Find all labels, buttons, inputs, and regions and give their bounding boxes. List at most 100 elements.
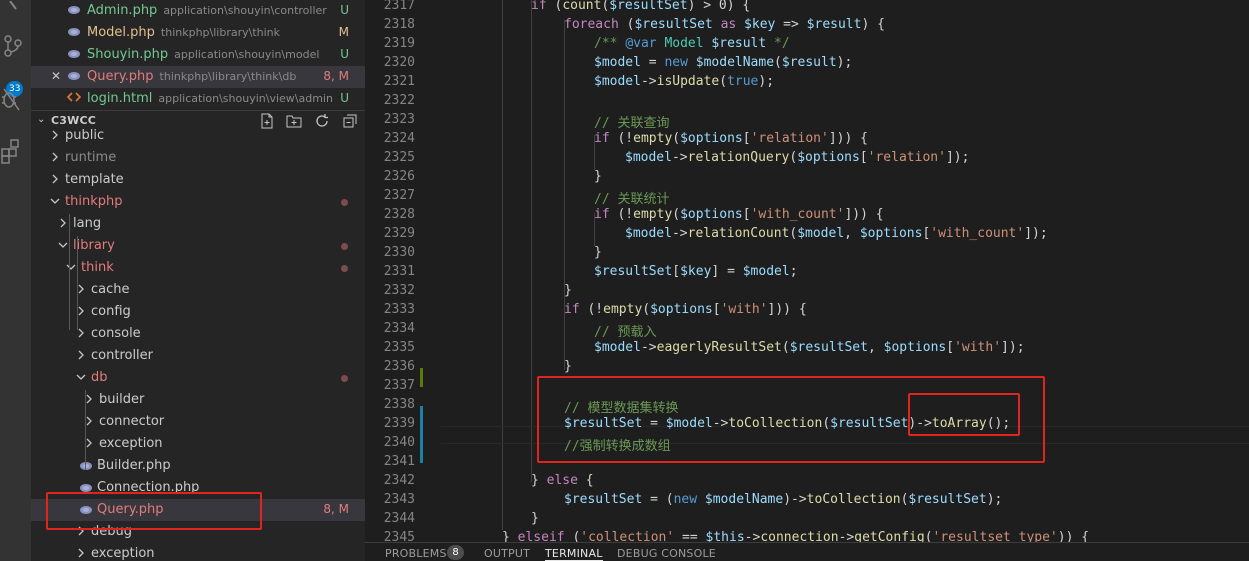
folder-item[interactable]: think [31,257,365,279]
folder-item[interactable]: exception [31,543,365,561]
open-editor-filename: login.html application\shouyin\view\admin [87,91,333,106]
open-editor-path: application\shouyin\model [174,48,320,61]
tree-item-label: console [91,326,141,341]
tab-output[interactable]: OUTPUT [484,547,530,560]
git-status: 8, M [323,69,349,83]
code-line: } [531,511,539,526]
chevron-right-icon [52,174,58,184]
line-number: 2336 [383,359,415,374]
search-icon[interactable] [0,0,31,30]
folder-item[interactable]: console [31,323,365,345]
folder-item[interactable]: lang [31,213,365,235]
folder-item[interactable]: exception [31,433,365,455]
chevron-right-icon [60,218,66,228]
open-editor-path: application\shouyin\view\admin [158,92,333,105]
tree-item-label: runtime [65,150,117,165]
code-line: $model->relationCount($model, $options['… [625,226,1048,241]
folder-item[interactable]: config [31,301,365,323]
editor-indent-guide [531,0,532,482]
extensions-icon[interactable] [0,137,31,167]
open-editor-item[interactable]: Admin.php application\shouyin\controller U [31,0,365,22]
folder-item[interactable]: library [31,235,365,257]
open-editor-filename: Shouyin.php application\shouyin\model [87,47,320,62]
source-control-icon[interactable]: 33 [0,33,31,97]
tree-item-label: connector [99,414,165,429]
tree-item-label: think [81,260,114,275]
tree-item-label: builder [99,392,145,407]
folder-item[interactable]: template [31,169,365,191]
git-status: U [340,91,349,105]
modified-dot [341,199,348,206]
code-line: // 关联查询 [594,116,670,131]
tab-debug-console[interactable]: DEBUG CONSOLE [617,547,716,560]
line-number: 2322 [383,93,415,108]
chevron-down-icon[interactable]: ⌄ [37,114,45,125]
line-number: 2328 [383,207,415,222]
code-editor[interactable]: 2317 2318 2319 2320 2321 2322 2323 2324 2325 2326… [365,0,1249,542]
open-editor-item[interactable]: ✕ Query.php thinkphp\library\think\db 8, M [31,66,365,88]
tree-item-label: Builder.php [97,458,171,473]
folder-item[interactable]: thinkphp [31,191,365,213]
open-editor-filename: Admin.php application\shouyin\controller [87,3,327,18]
line-number: 2326 [383,169,415,184]
line-number: 2329 [383,226,415,241]
code-line: } [564,359,572,374]
tab-problems[interactable]: PROBLEMS [385,547,447,560]
folder-item[interactable]: controller [31,345,365,367]
code-line: if (!empty($options['with'])) { [564,302,807,317]
chevron-right-icon [78,548,84,558]
line-number: 2327 [383,188,415,203]
tree-item-label: db [91,370,108,385]
tree-item-label: controller [91,348,154,363]
open-editor-filename: Model.php thinkphp\library\think [87,25,281,40]
folder-item[interactable]: cache [31,279,365,301]
line-number: 2323 [383,112,415,127]
code-line: // 关联统计 [594,192,670,207]
editor-indent-guide [502,0,503,530]
debug-icon[interactable] [0,85,31,115]
line-number: 2337 [383,378,415,393]
line-number: 2343 [383,492,415,507]
line-number: 2334 [383,321,415,336]
tree-item-label: library [73,238,115,253]
line-number: 2345 [383,530,415,542]
tab-terminal[interactable]: TERMINAL [545,547,603,561]
line-number: 2340 [383,435,415,450]
code-line: } else { [531,473,594,488]
line-number: 2330 [383,245,415,260]
bottom-panel-tabs: PROBLEMS 8 OUTPUT TERMINAL DEBUG CONSOLE [365,542,1249,561]
code-line: // 预载入 [594,325,657,340]
line-number: 2325 [383,150,415,165]
folder-item[interactable]: connector [31,411,365,433]
change-marker [420,406,423,463]
problems-count-badge: 8 [447,545,464,560]
tree-item-label: template [65,172,124,187]
open-editor-item[interactable]: Model.php thinkphp\library\think M [31,22,365,44]
line-number: 2321 [383,74,415,89]
folder-item[interactable]: public [31,125,365,147]
folder-item[interactable]: builder [31,389,365,411]
folder-item[interactable]: db [31,367,365,389]
change-marker [420,368,423,387]
folder-item[interactable]: runtime [31,147,365,169]
tree-item-label: config [91,304,131,319]
modified-dot [341,243,348,250]
tree-item-label: exception [99,436,163,451]
file-item[interactable]: Builder.php [31,455,365,477]
modified-dot [341,265,348,272]
code-line: foreach ($resultSet as $key => $result) … [564,17,885,32]
line-number: 2331 [383,264,415,279]
chevron-down-icon [76,374,86,380]
chevron-right-icon [78,350,84,360]
chevron-down-icon [58,242,68,248]
editor-indent-guide [564,20,565,370]
chevron-down-icon [66,264,76,270]
code-line: $model->eagerlyResultSet($resultSet, $op… [594,340,1025,355]
close-icon[interactable]: ✕ [51,69,61,83]
open-editor-item[interactable]: Shouyin.php application\shouyin\model U [31,44,365,66]
code-line: $model->isUpdate(true); [594,74,775,89]
tree-item-label: thinkphp [65,194,123,209]
explorer-sidebar: Admin.php application\shouyin\controller U… [31,0,365,561]
line-number: 2319 [383,36,415,51]
open-editor-item[interactable]: login.html application\shouyin\view\admin… [31,88,365,110]
